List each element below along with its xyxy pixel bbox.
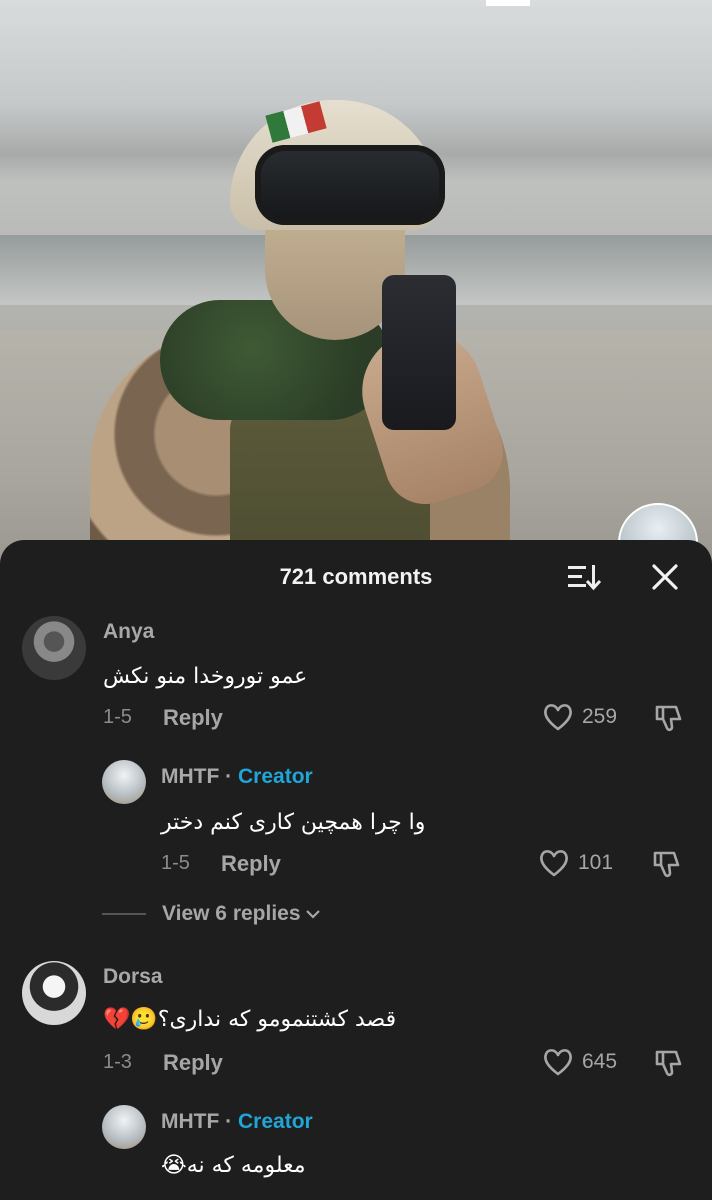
comments-sheet: 721 comments Anya عمو توروخدا منو نکش 1-… — [0, 540, 712, 1200]
video-player[interactable] — [0, 0, 712, 570]
top-indicator — [486, 0, 530, 6]
comment-count: 721 comments — [279, 564, 433, 589]
comment-text: عمو توروخدا منو نکش — [103, 664, 308, 689]
reply-text: معلومه که نه😭 — [161, 1153, 306, 1178]
comment-date: 1-5 — [103, 706, 132, 728]
like-button[interactable]: 259 — [542, 702, 617, 732]
heart-icon — [544, 1049, 572, 1076]
like-button[interactable]: 101 — [538, 848, 613, 878]
avatar[interactable] — [102, 1105, 146, 1149]
separator: · — [225, 1110, 233, 1133]
comment-username[interactable]: Dorsa — [103, 965, 163, 989]
creator-badge: Creator — [238, 765, 313, 788]
reply-username-text: MHTF — [161, 765, 220, 788]
sort-icon[interactable] — [566, 562, 602, 592]
dislike-icon[interactable] — [652, 1047, 684, 1079]
phone — [382, 275, 456, 430]
avatar[interactable] — [102, 760, 146, 804]
close-icon[interactable] — [648, 560, 682, 594]
dislike-icon[interactable] — [650, 848, 682, 880]
view-replies-button[interactable]: View 6 replies — [102, 902, 321, 926]
creator-badge: Creator — [238, 1110, 313, 1133]
comments-header: 721 comments — [0, 540, 712, 616]
heart-icon — [540, 850, 568, 877]
video-subject — [80, 100, 560, 570]
reply-username[interactable]: MHTF · Creator — [161, 765, 313, 789]
divider-line — [102, 913, 146, 915]
heart-icon — [544, 704, 572, 731]
goggles — [255, 145, 445, 225]
like-count: 101 — [578, 851, 614, 874]
comment-date: 1-3 — [103, 1051, 132, 1073]
dislike-icon[interactable] — [652, 702, 684, 734]
avatar[interactable] — [22, 616, 86, 680]
comment-username[interactable]: Anya — [103, 620, 154, 644]
reply-button[interactable]: Reply — [221, 851, 281, 877]
separator: · — [225, 765, 233, 788]
reply-username-text: MHTF — [161, 1110, 220, 1133]
view-replies-label: View 6 replies — [162, 902, 301, 925]
like-button[interactable]: 645 — [542, 1047, 617, 1077]
like-count: 259 — [582, 705, 618, 728]
reply-text: وا چرا همچین کاری کنم دختر — [161, 810, 426, 835]
like-count: 645 — [582, 1050, 618, 1073]
comment-text: قصد کشتنمومو که نداری؟🥲💔 — [103, 1007, 397, 1032]
reply-date: 1-5 — [161, 852, 190, 874]
reply-username[interactable]: MHTF · Creator — [161, 1110, 313, 1134]
chevron-down-icon — [305, 910, 320, 919]
reply-button[interactable]: Reply — [163, 1050, 223, 1076]
avatar[interactable] — [22, 961, 86, 1025]
reply-button[interactable]: Reply — [163, 705, 223, 731]
